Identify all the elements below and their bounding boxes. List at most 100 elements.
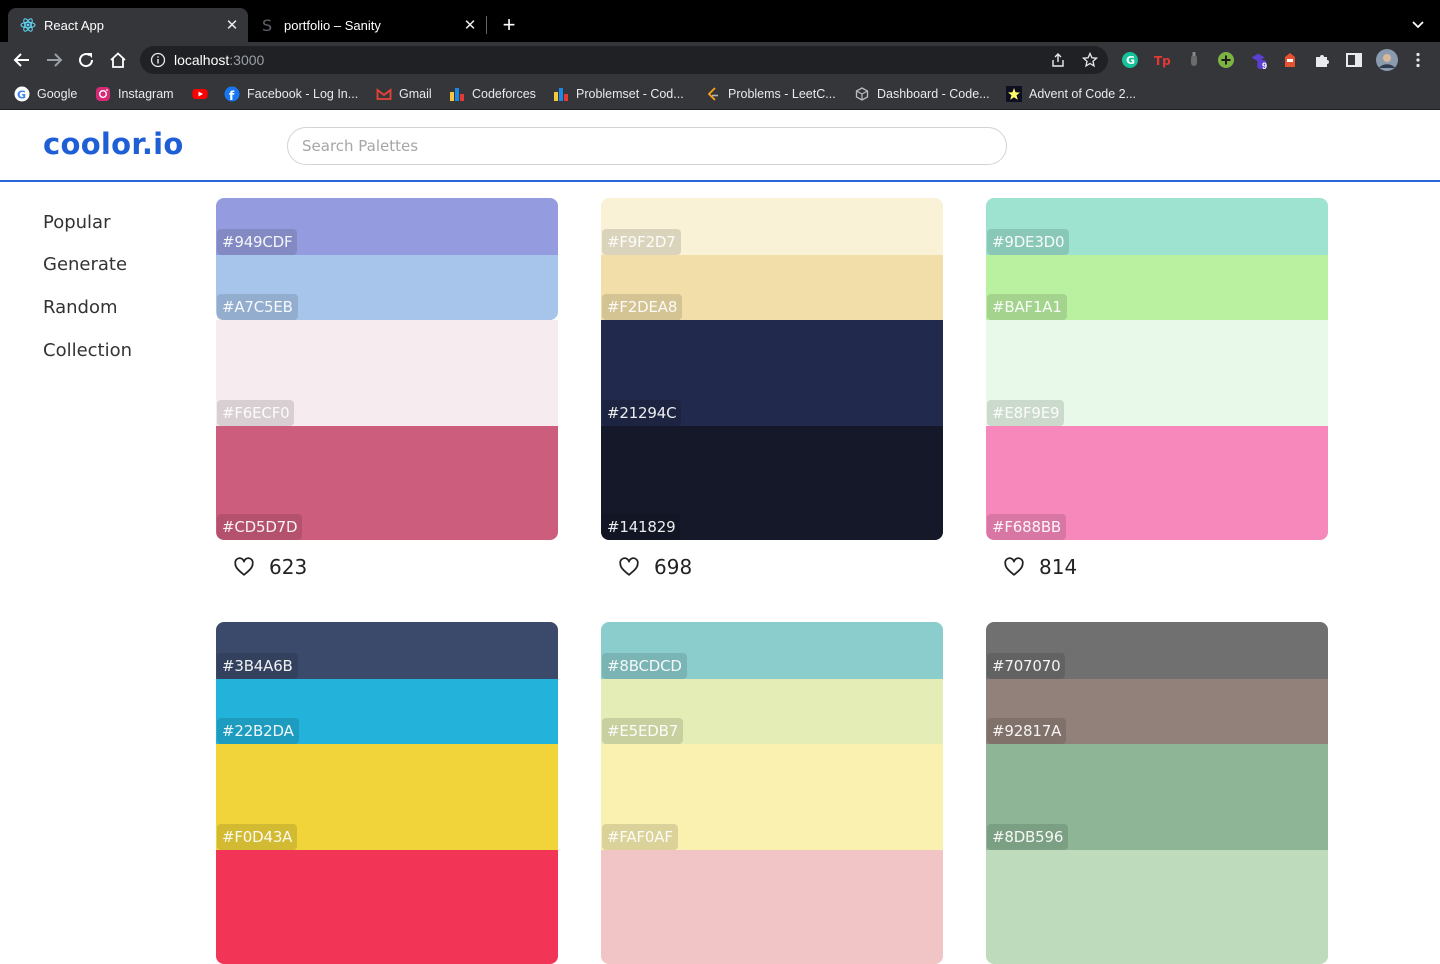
bookmark-instagram[interactable]: Instagram — [95, 84, 174, 104]
like-button[interactable]: 623 — [233, 555, 307, 579]
side-panel-icon[interactable] — [1345, 51, 1363, 69]
color-swatch[interactable] — [216, 850, 558, 964]
color-swatch[interactable]: #22B2DA — [216, 679, 558, 744]
color-swatch[interactable]: #949CDF — [216, 198, 558, 255]
color-swatch[interactable] — [601, 850, 943, 964]
color-swatch[interactable]: #92817A — [986, 679, 1328, 744]
app-logo[interactable]: coolor.io — [43, 127, 184, 161]
color-swatch[interactable]: #F0D43A — [216, 744, 558, 850]
hex-code-label[interactable]: #8DB596 — [987, 824, 1069, 850]
palette-card[interactable]: #3B4A6B #22B2DA #F0D43A — [216, 622, 558, 964]
palette-card[interactable]: #9DE3D0 #BAF1A1 #E8F9E9 #F688BB — [986, 198, 1328, 540]
color-swatch[interactable]: #FAF0AF — [601, 744, 943, 850]
tab-sanity[interactable]: S portfolio – Sanity ✕ — [252, 8, 486, 42]
hex-code-label[interactable]: #F688BB — [987, 514, 1067, 540]
color-swatch[interactable]: #E5EDB7 — [601, 679, 943, 744]
hex-code-label[interactable]: #E8F9E9 — [987, 400, 1065, 426]
like-button[interactable]: 814 — [1003, 555, 1077, 579]
hex-code-label[interactable]: #92817A — [987, 718, 1067, 744]
puzzle-extensions-icon[interactable] — [1313, 51, 1331, 69]
bookmark-problemset[interactable]: Problemset - Cod... — [553, 84, 684, 104]
hex-code-label[interactable]: #141829 — [602, 514, 681, 540]
heart-icon[interactable] — [233, 556, 255, 578]
color-swatch[interactable]: #A7C5EB — [216, 255, 558, 320]
hex-code-label[interactable]: #A7C5EB — [217, 294, 298, 320]
profile-avatar[interactable] — [1376, 49, 1398, 71]
color-swatch[interactable]: #21294C — [601, 320, 943, 426]
palette-card[interactable]: #707070 #92817A #8DB596 — [986, 622, 1328, 964]
heart-icon[interactable] — [1003, 556, 1025, 578]
heart-icon[interactable] — [618, 556, 640, 578]
sidebar-item-random[interactable]: Random — [43, 297, 118, 318]
palette-card[interactable]: #F9F2D7 #F2DEA8 #21294C #141829 — [601, 198, 943, 540]
color-swatch[interactable]: #F6ECF0 — [216, 320, 558, 426]
dropper-extension-icon[interactable] — [1185, 51, 1203, 69]
tp-extension-icon[interactable]: Tp — [1153, 51, 1171, 69]
hex-code-label[interactable]: #3B4A6B — [217, 653, 298, 679]
back-icon[interactable] — [12, 50, 32, 70]
color-swatch[interactable]: #707070 — [986, 622, 1328, 679]
bookmark-star-icon[interactable] — [1081, 51, 1099, 68]
add-extension-icon[interactable] — [1217, 51, 1235, 69]
hex-code-label[interactable]: #CD5D7D — [217, 514, 303, 540]
color-swatch[interactable]: #3B4A6B — [216, 622, 558, 679]
hex-code-label[interactable]: #F9F2D7 — [602, 229, 681, 255]
hex-code-label[interactable]: #9DE3D0 — [987, 229, 1070, 255]
grammarly-icon[interactable]: G — [1121, 51, 1139, 69]
hex-code-label[interactable]: #949CDF — [217, 229, 298, 255]
bookmark-facebook[interactable]: f Facebook - Log In... — [224, 84, 358, 104]
home-icon[interactable] — [108, 50, 128, 70]
sidebar-item-generate[interactable]: Generate — [43, 254, 127, 275]
tab-search-chevron-icon[interactable] — [1410, 16, 1426, 32]
kebab-menu-icon[interactable] — [1409, 51, 1427, 69]
share-icon[interactable] — [1050, 52, 1066, 68]
red-extension-icon[interactable] — [1281, 51, 1299, 69]
bookmark-gmail[interactable]: Gmail — [376, 84, 432, 104]
address-bar[interactable] — [140, 46, 1108, 74]
hex-code-label[interactable]: #BAF1A1 — [987, 294, 1067, 320]
bookmark-advent-of-code[interactable]: Advent of Code 2... — [1006, 84, 1136, 104]
hex-code-label[interactable]: #22B2DA — [217, 718, 299, 744]
color-swatch[interactable] — [986, 850, 1328, 964]
close-tab-icon[interactable]: ✕ — [460, 15, 480, 35]
bookmark-dashboard[interactable]: Dashboard - Code... — [854, 84, 990, 104]
bookmark-leetcode[interactable]: Problems - LeetC... — [705, 84, 836, 104]
new-tab-button[interactable]: + — [498, 14, 520, 36]
badge-extension-icon[interactable]: 9 — [1250, 51, 1268, 71]
color-swatch[interactable]: #F2DEA8 — [601, 255, 943, 320]
sidebar-item-popular[interactable]: Popular — [43, 212, 111, 233]
color-swatch[interactable]: #BAF1A1 — [986, 255, 1328, 320]
hex-code-label[interactable]: #8BCDCD — [602, 653, 687, 679]
color-swatch[interactable]: #CD5D7D — [216, 426, 558, 540]
palette-card[interactable]: #949CDF #A7C5EB #F6ECF0 #CD5D7D — [216, 198, 558, 540]
color-swatch[interactable]: #8BCDCD — [601, 622, 943, 679]
hex-code-label[interactable]: #F6ECF0 — [217, 400, 295, 426]
color-swatch[interactable]: #9DE3D0 — [986, 198, 1328, 255]
bookmark-google[interactable]: G Google — [14, 84, 77, 104]
close-tab-icon[interactable]: ✕ — [222, 15, 242, 35]
bookmark-codeforces[interactable]: Codeforces — [449, 84, 536, 104]
site-info-icon[interactable] — [150, 52, 166, 68]
reload-icon[interactable] — [76, 50, 96, 70]
color-swatch[interactable]: #8DB596 — [986, 744, 1328, 850]
search-palettes-input[interactable] — [287, 127, 1007, 165]
sidebar-item-collection[interactable]: Collection — [43, 340, 132, 361]
hex-code-label[interactable]: #FAF0AF — [602, 824, 678, 850]
hex-code-label[interactable]: #21294C — [602, 400, 682, 426]
like-button[interactable]: 698 — [618, 555, 692, 579]
color-swatch[interactable]: #F688BB — [986, 426, 1328, 540]
url-port: :3000 — [229, 52, 265, 68]
tab-react-app[interactable]: React App ✕ — [8, 8, 248, 42]
url-text[interactable]: localhost:3000 — [174, 52, 264, 68]
color-swatch[interactable]: #E8F9E9 — [986, 320, 1328, 426]
hex-code-label[interactable]: #707070 — [987, 653, 1066, 679]
color-swatch[interactable]: #F9F2D7 — [601, 198, 943, 255]
hex-code-label[interactable]: #F2DEA8 — [602, 294, 683, 320]
react-icon — [20, 17, 36, 33]
bookmark-youtube[interactable] — [192, 84, 215, 104]
hex-code-label[interactable]: #F0D43A — [217, 824, 298, 850]
palette-card[interactable]: #8BCDCD #E5EDB7 #FAF0AF — [601, 622, 943, 964]
color-swatch[interactable]: #141829 — [601, 426, 943, 540]
hex-code-label[interactable]: #E5EDB7 — [602, 718, 684, 744]
forward-icon[interactable] — [44, 50, 64, 70]
